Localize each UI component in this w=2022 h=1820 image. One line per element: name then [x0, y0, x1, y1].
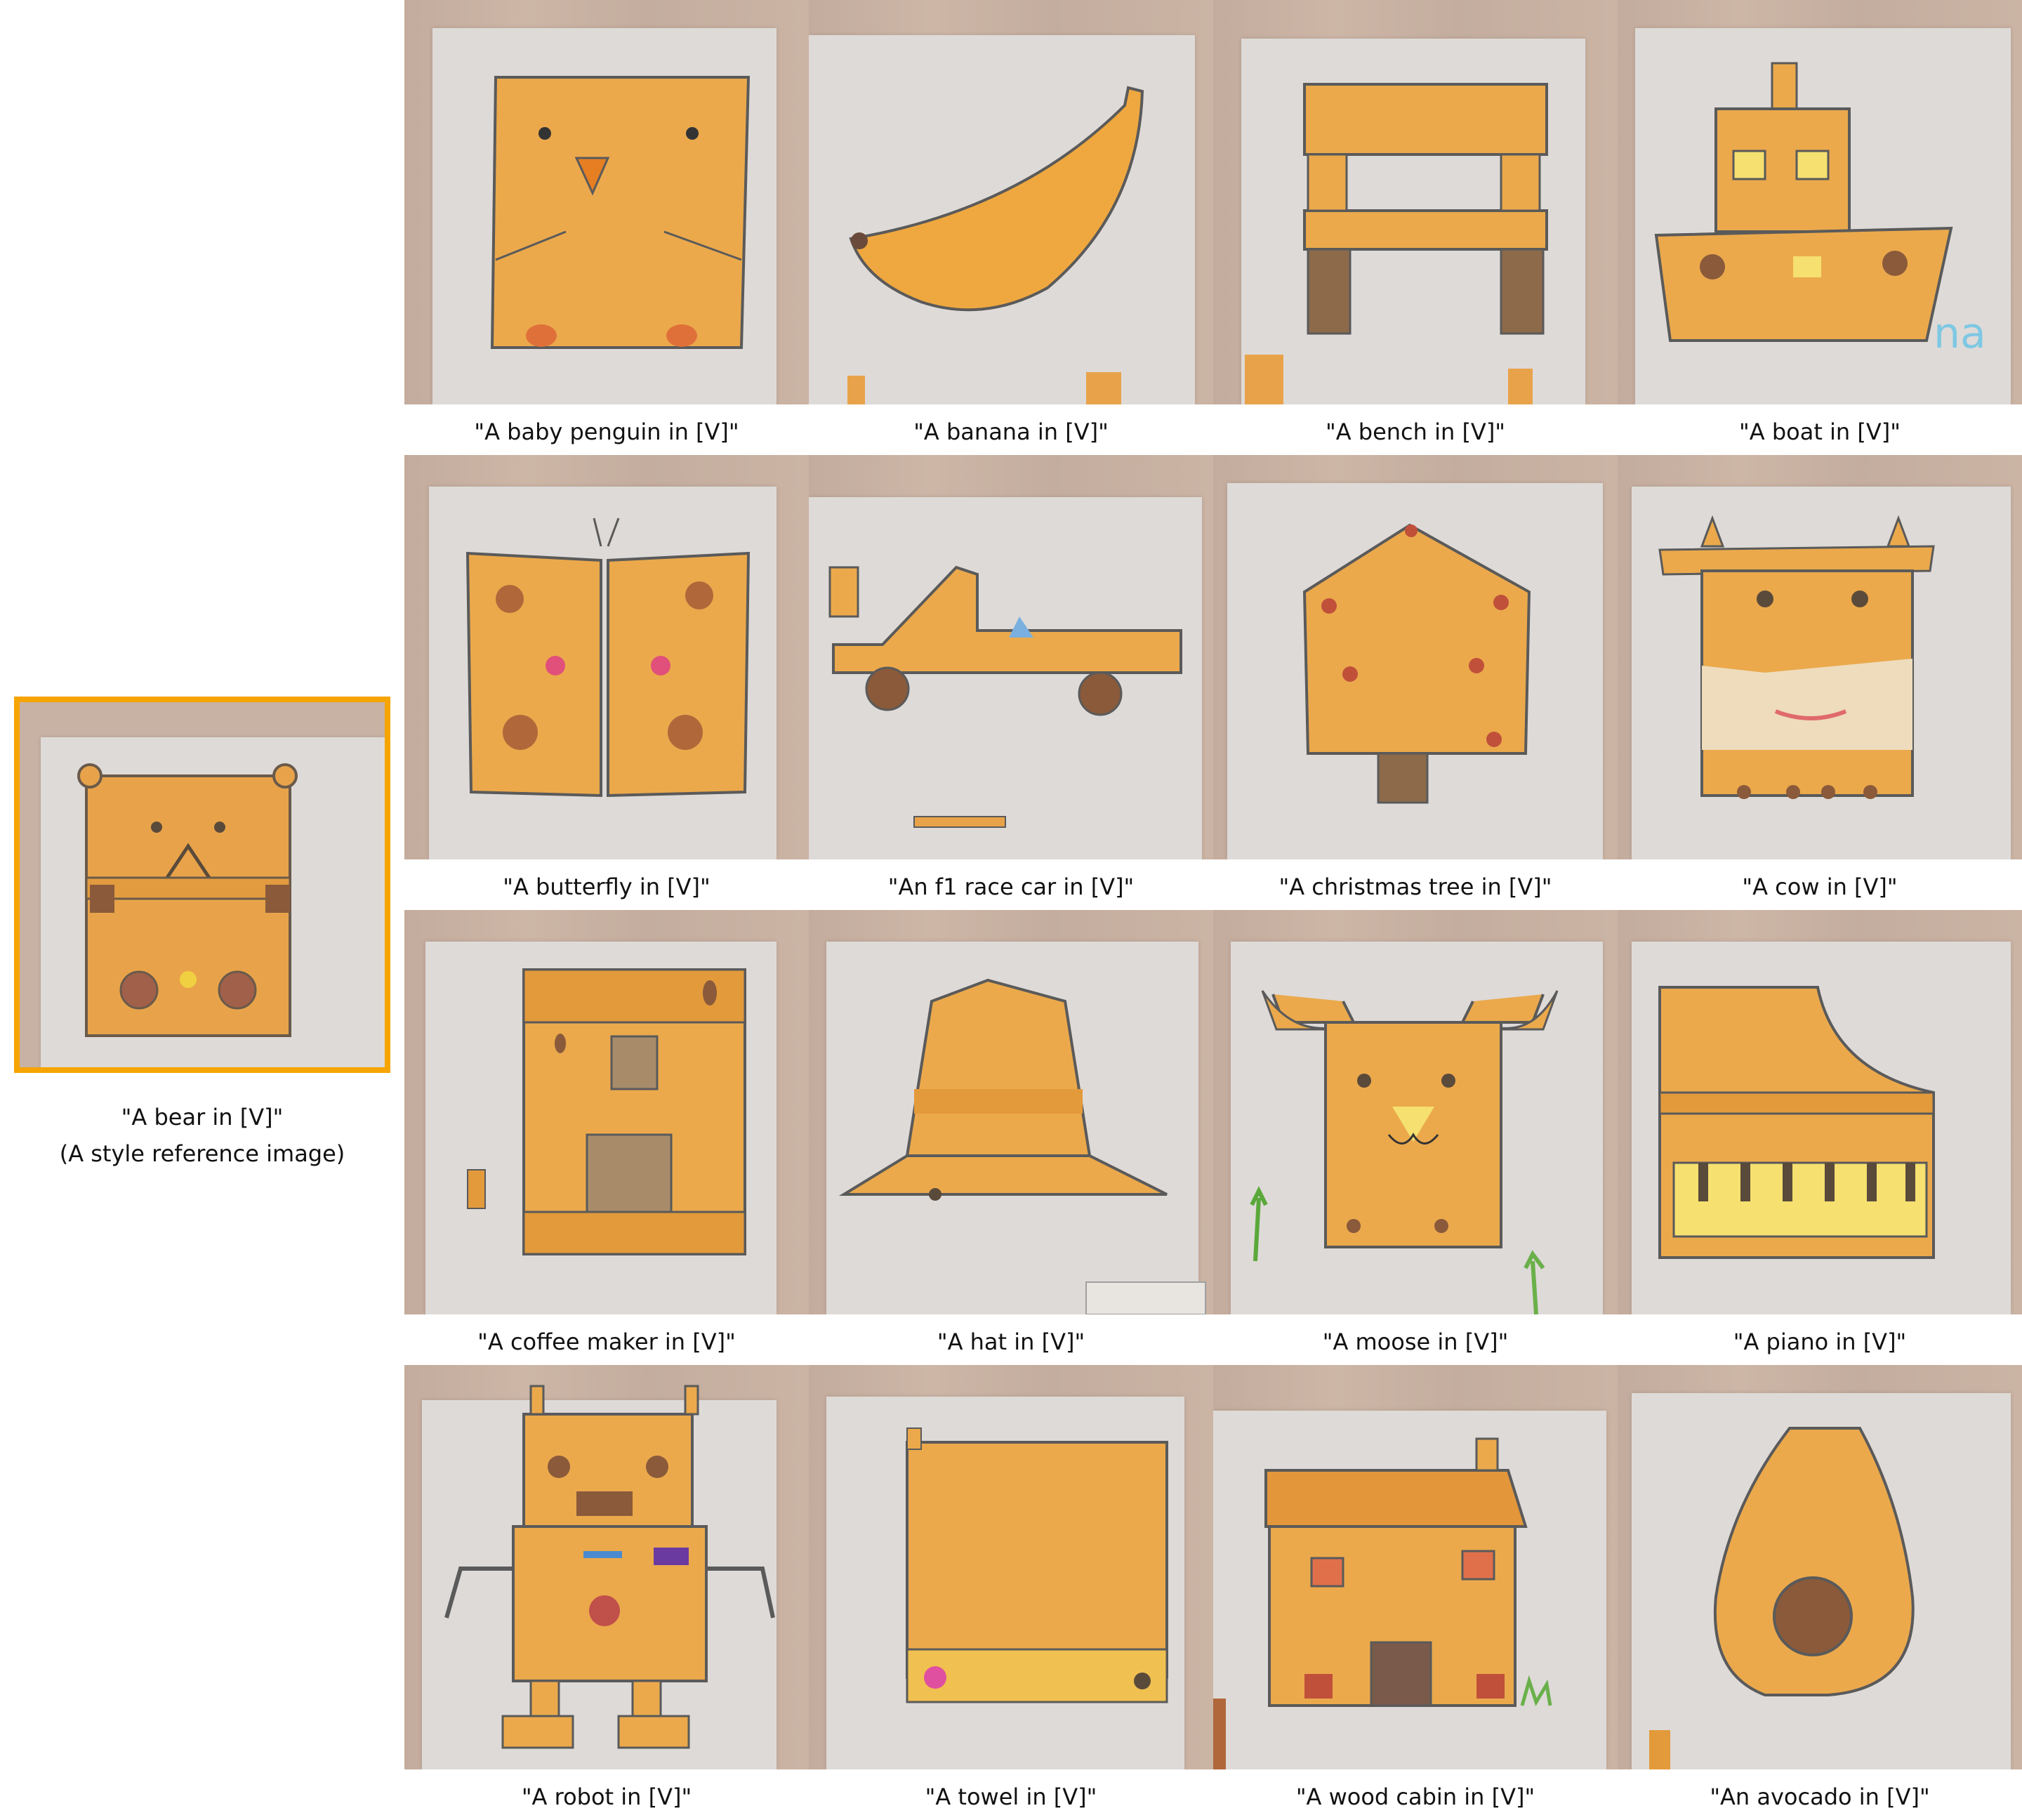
- grid-cell-cow: "A cow in [V]": [1618, 455, 2022, 910]
- image-f1-race-car: [809, 455, 1213, 859]
- caption: "A bench in [V]": [1325, 418, 1506, 445]
- bear-drawing: [77, 763, 298, 1037]
- grid-cell-avocado: "An avocado in [V]": [1618, 1365, 2022, 1820]
- towel-drawing: [906, 1427, 1168, 1703]
- moose-drawing: [1250, 990, 1559, 1314]
- butterfly-drawing: [465, 517, 751, 798]
- caption: "A banana in [V]": [913, 418, 1109, 445]
- image-butterfly: [404, 455, 809, 859]
- reference-image: [14, 697, 390, 1073]
- caption: "A piano in [V]": [1733, 1328, 1907, 1355]
- image-piano: [1618, 910, 2022, 1314]
- grid-cell-bench: "A bench in [V]": [1213, 0, 1618, 455]
- grid-cell-f1-race-car: "An f1 race car in [V]": [809, 455, 1213, 910]
- image-avocado: [1618, 1365, 2022, 1769]
- image-cow: [1618, 455, 2022, 859]
- reference-caption-title: "A bear in [V]": [121, 1104, 284, 1130]
- grid-cell-coffee-maker: "A coffee maker in [V]": [404, 910, 809, 1365]
- grid-cell-piano: "A piano in [V]": [1618, 910, 2022, 1365]
- grid-cell-hat: "A hat in [V]": [809, 910, 1213, 1365]
- image-baby-penguin: [404, 0, 809, 404]
- avocado-drawing: [1649, 1427, 1915, 1769]
- grid-row: "A coffee maker in [V]" "A hat in [V]" "…: [404, 910, 2022, 1365]
- image-banana: [809, 0, 1213, 404]
- caption: "A butterfly in [V]": [503, 873, 711, 900]
- grid-cell-moose: "A moose in [V]": [1213, 910, 1618, 1365]
- caption: "An f1 race car in [V]": [887, 873, 1135, 900]
- caption: "A coffee maker in [V]": [477, 1328, 736, 1355]
- grid-cell-banana: "A banana in [V]": [809, 0, 1213, 455]
- image-boat: na: [1618, 0, 2022, 404]
- caption: "A baby penguin in [V]": [474, 418, 739, 445]
- boat-drawing: na: [1654, 62, 1986, 358]
- grid-cell-robot: "A robot in [V]": [404, 1365, 809, 1820]
- caption: "A hat in [V]": [937, 1328, 1085, 1355]
- baby-penguin-drawing: [490, 76, 751, 349]
- image-robot: [404, 1365, 809, 1769]
- wood-cabin-drawing: [1213, 1437, 1552, 1769]
- caption: "A christmas tree in [V]": [1278, 873, 1552, 900]
- image-wood-cabin: [1213, 1365, 1618, 1769]
- reference-caption-note: (A style reference image): [59, 1140, 345, 1167]
- caption: "A cow in [V]": [1742, 873, 1898, 900]
- grid-row: "A baby penguin in [V]" "A banana in [V]…: [404, 0, 2022, 455]
- banana-drawing: [847, 86, 1144, 404]
- grid-cell-wood-cabin: "A wood cabin in [V]": [1213, 1365, 1618, 1820]
- grid-cell-butterfly: "A butterfly in [V]": [404, 455, 809, 910]
- caption: "A boat in [V]": [1739, 418, 1901, 445]
- grid-cell-towel: "A towel in [V]": [809, 1365, 1213, 1820]
- grid-cell-boat: na "A boat in [V]": [1618, 0, 2022, 455]
- christmas-tree-drawing: [1302, 523, 1531, 804]
- piano-drawing: [1658, 986, 1935, 1259]
- cow-drawing: [1658, 515, 1935, 799]
- image-coffee-maker: [404, 910, 809, 1314]
- image-christmas-tree: [1213, 455, 1618, 859]
- grid-row: "A robot in [V]" "A towel in [V]" "A woo…: [404, 1365, 2022, 1820]
- grid-cell-baby-penguin: "A baby penguin in [V]": [404, 0, 809, 455]
- reference-caption: "A bear in [V]" (A style reference image…: [0, 1099, 404, 1172]
- coffee-maker-drawing: [467, 968, 746, 1255]
- robot-drawing: [444, 1385, 775, 1749]
- hat-drawing: [838, 978, 1206, 1314]
- image-bench: [1213, 0, 1618, 404]
- watermark: na: [1934, 309, 1986, 358]
- image-moose: [1213, 910, 1618, 1314]
- image-hat: [809, 910, 1213, 1314]
- grid-cell-christmas-tree: "A christmas tree in [V]": [1213, 455, 1618, 910]
- image-towel: [809, 1365, 1213, 1769]
- bench-drawing: [1245, 83, 1548, 404]
- caption: "A moose in [V]": [1322, 1328, 1509, 1355]
- f1-race-car-drawing: [828, 565, 1182, 828]
- results-grid: "A baby penguin in [V]" "A banana in [V]…: [404, 0, 2022, 1820]
- grid-row: "A butterfly in [V]" "An f1 race car in …: [404, 455, 2022, 910]
